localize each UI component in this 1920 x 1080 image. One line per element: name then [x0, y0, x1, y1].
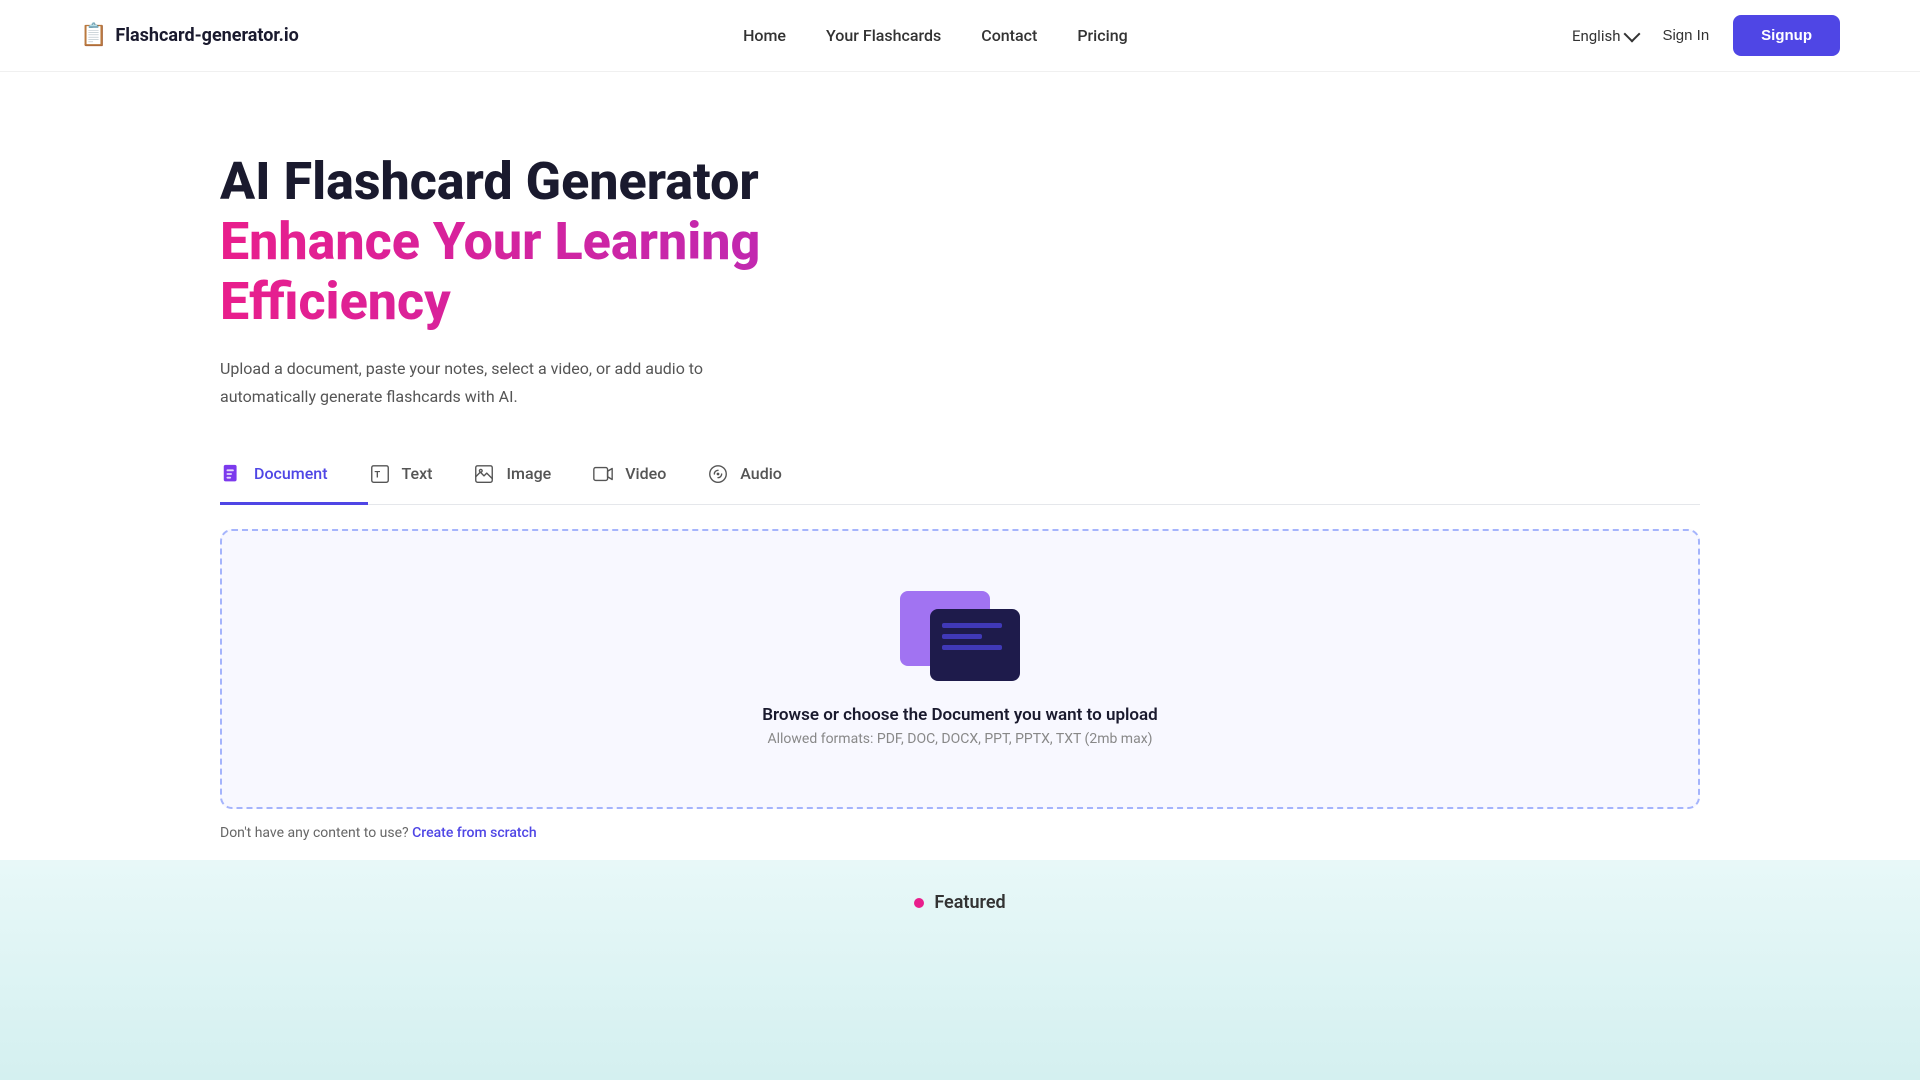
nav-contact[interactable]: Contact [981, 26, 1037, 45]
upload-sub-text: Allowed formats: PDF, DOC, DOCX, PPT, PP… [767, 731, 1152, 747]
audio-icon [706, 462, 730, 486]
page-wrapper: 📋 Flashcard-generator.io Home Your Flash… [0, 0, 1920, 1080]
doc-line-1 [942, 623, 1002, 628]
tab-audio[interactable]: Audio [706, 450, 822, 505]
document-icon [220, 462, 244, 486]
logo-icon: 📋 [80, 23, 107, 48]
tab-image-label: Image [506, 464, 551, 483]
doc-line-3 [942, 645, 1002, 650]
hero-subtitle: Upload a document, paste your notes, sel… [220, 355, 780, 409]
upload-main-text: Browse or choose the Document you want t… [762, 705, 1158, 725]
language-selector[interactable]: English [1572, 27, 1639, 45]
featured-dot-icon [914, 898, 924, 908]
upload-area[interactable]: Browse or choose the Document you want t… [220, 529, 1700, 809]
create-scratch-text: Don't have any content to use? [220, 825, 409, 841]
nav-your-flashcards[interactable]: Your Flashcards [826, 26, 941, 45]
svg-text:T: T [374, 470, 380, 480]
create-scratch-link[interactable]: Create from scratch [412, 825, 537, 841]
tab-video-label: Video [625, 464, 666, 483]
hero-title-line1: AI Flashcard Generator [220, 152, 1700, 212]
header-right: English Sign In Signup [1572, 15, 1840, 56]
text-icon: T [368, 462, 392, 486]
document-illustration [900, 591, 1020, 681]
signup-button[interactable]: Signup [1733, 15, 1840, 56]
tab-document-label: Document [254, 464, 328, 483]
tab-image[interactable]: Image [472, 450, 591, 505]
chevron-down-icon [1624, 25, 1641, 42]
hero-title-line2: Enhance Your Learning Efficiency [220, 212, 1700, 332]
nav-pricing[interactable]: Pricing [1077, 26, 1127, 45]
featured-label: Featured [0, 860, 1920, 913]
image-icon [472, 462, 496, 486]
main-content: AI Flashcard Generator Enhance Your Lear… [0, 72, 1920, 901]
featured-text: Featured [934, 892, 1005, 913]
logo-text: Flashcard-generator.io [115, 25, 298, 46]
video-icon [591, 462, 615, 486]
tab-audio-label: Audio [740, 464, 782, 483]
signin-button[interactable]: Sign In [1662, 27, 1709, 44]
doc-front [930, 609, 1020, 681]
create-scratch-section: Don't have any content to use? Create fr… [220, 825, 1700, 841]
tab-video[interactable]: Video [591, 450, 706, 505]
language-label: English [1572, 27, 1621, 45]
tab-text[interactable]: T Text [368, 450, 473, 505]
hero-section: AI Flashcard Generator Enhance Your Lear… [220, 152, 1700, 410]
bottom-section: Featured [0, 860, 1920, 1080]
doc-line-2 [942, 634, 982, 639]
tab-text-label: Text [402, 464, 433, 483]
main-nav: Home Your Flashcards Contact Pricing [743, 26, 1128, 45]
tab-document[interactable]: Document [220, 450, 368, 505]
nav-home[interactable]: Home [743, 26, 786, 45]
logo[interactable]: 📋 Flashcard-generator.io [80, 23, 299, 48]
header: 📋 Flashcard-generator.io Home Your Flash… [0, 0, 1920, 72]
input-type-tabs: Document T Text [220, 450, 1700, 505]
